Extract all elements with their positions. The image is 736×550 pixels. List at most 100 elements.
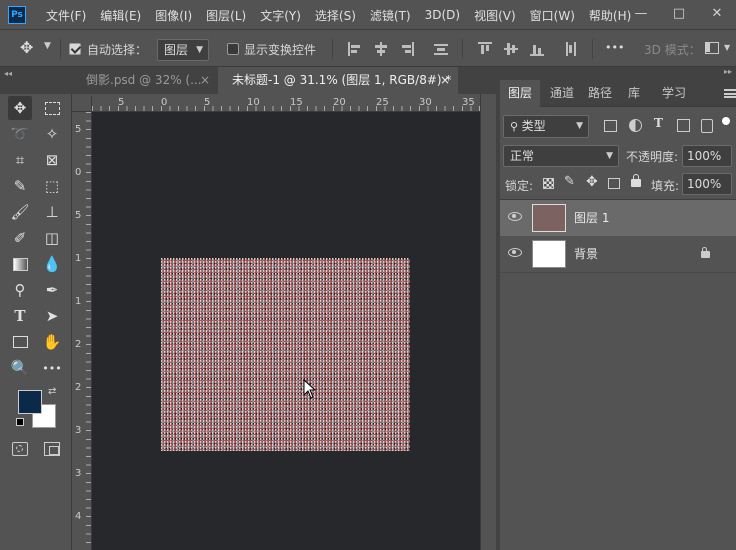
zoom-tool-icon[interactable]: 🔍: [8, 356, 32, 380]
menu-view[interactable]: 视图(V): [474, 7, 516, 24]
chevron-down-icon[interactable]: ▼: [44, 41, 51, 51]
frame-tool-icon[interactable]: ⊠: [40, 148, 64, 172]
filter-smart-object-icon[interactable]: [701, 119, 713, 133]
lock-image-pixels-icon[interactable]: ✎: [564, 174, 575, 189]
auto-select-label: 自动选择：: [87, 43, 148, 57]
align-right-icon[interactable]: [400, 42, 414, 56]
lock-transparent-pixels-icon[interactable]: [543, 178, 554, 189]
eyedropper-tool-icon[interactable]: ✎: [8, 174, 32, 198]
blend-mode-dropdown[interactable]: 正常 ▼: [503, 145, 619, 167]
tab-document-1[interactable]: 倒影.psd @ 32% (... ×: [72, 67, 218, 94]
opacity-input[interactable]: 100%: [682, 145, 732, 167]
lock-position-icon[interactable]: ✥: [586, 174, 598, 190]
filter-toggle-icon[interactable]: [722, 117, 730, 125]
tab-document-2[interactable]: 未标题-1 @ 31.1% (图层 1, RGB/8#) * ×: [218, 67, 458, 94]
ruler-horizontal[interactable]: 5 0 5 10 15 20 25 30 35: [92, 96, 480, 112]
ruler-tick-label: 5: [75, 124, 82, 135]
layer-row[interactable]: 图层 1: [500, 200, 736, 236]
ruler-vertical[interactable]: 5 0 5 1 1 2 2 3 3 4: [72, 112, 92, 550]
collapse-icon[interactable]: ◂◂: [4, 69, 12, 78]
eraser-tool-icon[interactable]: ◫: [40, 226, 64, 250]
toolbar-collapse-bar: ◂◂: [0, 67, 72, 94]
distribute-vertical-icon[interactable]: [564, 42, 578, 56]
screen-mode-icon[interactable]: [44, 442, 60, 456]
lock-label: 锁定:: [505, 179, 534, 193]
ruler-tick-label: 0: [75, 167, 82, 178]
tab-learn[interactable]: 学习: [652, 80, 696, 107]
filter-type-icon[interactable]: T: [654, 116, 663, 130]
workspace-icon[interactable]: [705, 42, 719, 54]
align-left-icon[interactable]: [348, 42, 362, 56]
chevron-down-icon[interactable]: ▼: [724, 43, 730, 52]
maximize-button[interactable]: □: [660, 0, 698, 30]
hand-tool-icon[interactable]: ✋: [40, 330, 64, 354]
dodge-tool-icon[interactable]: ⚲: [8, 278, 32, 302]
tab-layers[interactable]: 图层: [500, 80, 540, 107]
foreground-color-swatch[interactable]: [18, 390, 42, 414]
layers-empty-area: [500, 272, 736, 273]
more-options-button[interactable]: •••: [605, 41, 624, 54]
move-tool-icon[interactable]: ✥: [8, 96, 32, 120]
layer-row[interactable]: 背景: [500, 236, 736, 272]
lock-all-icon[interactable]: [631, 174, 641, 187]
eye-icon[interactable]: [508, 248, 522, 257]
menu-type[interactable]: 文字(Y): [260, 7, 301, 24]
filter-pixel-icon[interactable]: [604, 120, 617, 132]
menu-file[interactable]: 文件(F): [46, 7, 86, 24]
menu-select[interactable]: 选择(S): [315, 7, 356, 24]
vertical-scrollbar[interactable]: [480, 94, 496, 550]
ruler-ticks: [86, 112, 91, 550]
close-window-button[interactable]: ✕: [698, 0, 736, 30]
stamp-tool-icon[interactable]: ⊥: [40, 200, 64, 224]
path-selection-tool-icon[interactable]: ➤: [40, 304, 64, 328]
auto-select-checkbox[interactable]: [69, 43, 81, 55]
type-tool-icon[interactable]: T: [8, 304, 32, 328]
crop-tool-icon[interactable]: ⌗: [8, 148, 32, 172]
default-colors-icon[interactable]: [16, 418, 24, 426]
align-middle-vertical-icon[interactable]: [504, 42, 518, 56]
distribute-icon[interactable]: [434, 42, 448, 56]
fill-input[interactable]: 100%: [682, 173, 732, 195]
minimize-button[interactable]: —: [622, 0, 660, 30]
close-tab-icon[interactable]: ×: [440, 67, 450, 94]
align-top-icon[interactable]: [478, 42, 492, 56]
tab-libraries[interactable]: 库: [618, 80, 650, 107]
gradient-tool-icon[interactable]: [8, 252, 32, 276]
tab-channels[interactable]: 通道: [542, 80, 582, 107]
document-canvas-noise[interactable]: [161, 258, 410, 451]
magic-wand-tool-icon[interactable]: ✧: [40, 122, 64, 146]
layer-filter-dropdown[interactable]: ⚲ 类型 ▼: [503, 115, 589, 138]
lock-artboard-icon[interactable]: [608, 178, 620, 189]
lasso-tool-icon[interactable]: ➰: [8, 122, 32, 146]
filter-shape-icon[interactable]: [677, 119, 690, 132]
eye-icon[interactable]: [508, 212, 522, 221]
align-bottom-icon[interactable]: [530, 42, 544, 56]
panel-menu-icon[interactable]: [724, 89, 736, 98]
menu-image[interactable]: 图像(I): [155, 7, 192, 24]
filter-adjustment-icon[interactable]: [629, 119, 642, 132]
ruler-tick-label: 4: [75, 511, 82, 522]
tools-panel: ✥ ➰ ✧ ⌗ ⊠ ✎ ⬚ 🖌 ⊥ ✐ ◫ 💧 ⚲ ✒ T ➤ ✋ 🔍 ••• …: [0, 94, 72, 550]
menu-3d[interactable]: 3D(D): [425, 8, 460, 22]
tab-paths[interactable]: 路径: [582, 80, 618, 107]
menu-edit[interactable]: 编辑(E): [100, 7, 141, 24]
history-brush-tool-icon[interactable]: ✐: [8, 226, 32, 250]
menu-layer[interactable]: 图层(L): [206, 7, 246, 24]
pen-tool-icon[interactable]: ✒: [40, 278, 64, 302]
collapse-panel-icon[interactable]: ▸▸: [724, 67, 732, 76]
rectangle-tool-icon[interactable]: [8, 330, 32, 354]
marquee-tool-icon[interactable]: [40, 96, 64, 120]
more-tools-icon[interactable]: •••: [40, 356, 64, 380]
show-transform-checkbox[interactable]: [227, 43, 239, 55]
brush-tool-icon[interactable]: 🖌: [8, 200, 32, 224]
menu-window[interactable]: 窗口(W): [530, 7, 575, 24]
move-tool-preset-icon[interactable]: ✥: [20, 38, 33, 57]
blur-tool-icon[interactable]: 💧: [40, 252, 64, 276]
align-center-horizontal-icon[interactable]: [374, 42, 388, 56]
menu-filter[interactable]: 滤镜(T): [370, 7, 411, 24]
auto-select-dropdown[interactable]: 图层 ▼: [157, 39, 209, 61]
swap-colors-icon[interactable]: ⇄: [48, 386, 56, 397]
close-tab-icon[interactable]: ×: [200, 67, 210, 94]
quick-mask-icon[interactable]: [12, 442, 28, 456]
patch-tool-icon[interactable]: ⬚: [40, 174, 64, 198]
